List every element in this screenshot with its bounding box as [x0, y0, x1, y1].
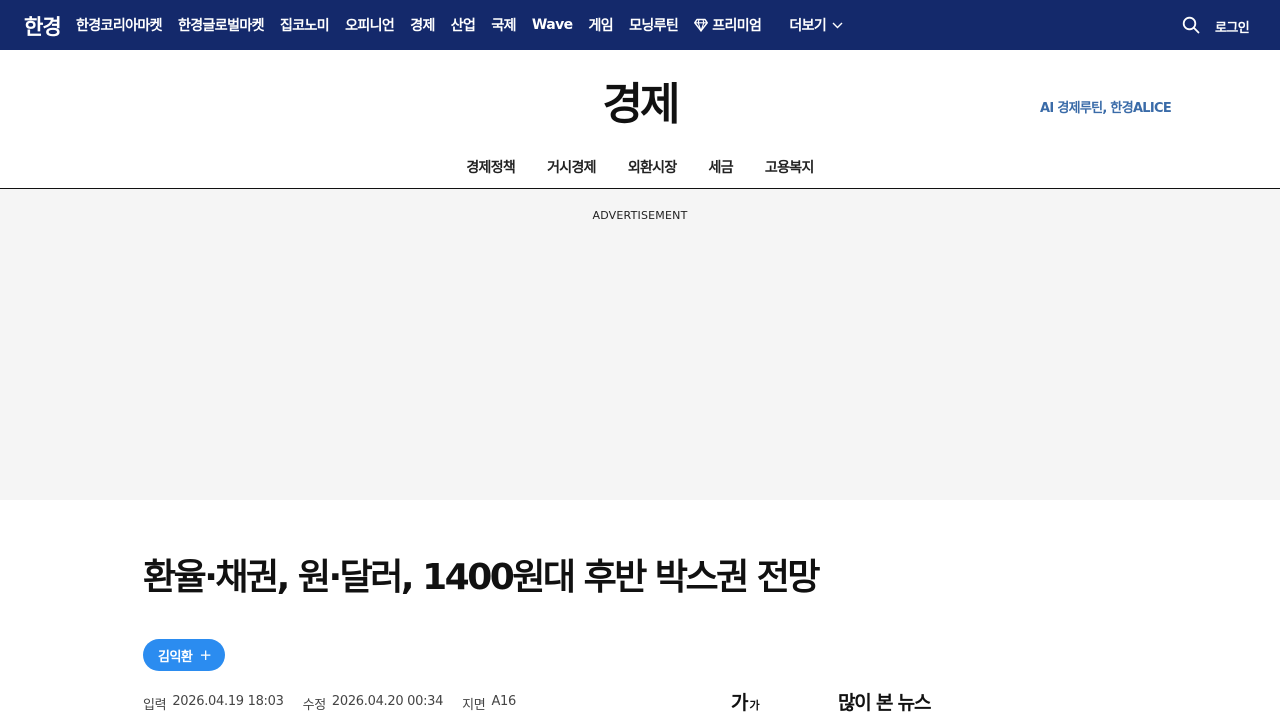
subnav-item-employment-welfare[interactable]: 고용복지: [765, 157, 814, 177]
nav-item-industry[interactable]: 산업: [451, 15, 476, 35]
advertisement-label: ADVERTISEMENT: [592, 209, 688, 222]
edit-date-value: 2026.04.20 00:34: [331, 694, 444, 709]
subnav-item-economic-policy[interactable]: 경제정책: [466, 157, 515, 177]
popular-news-title: 많이 본 뉴스: [838, 692, 931, 714]
nav-item-label: 한경글로벌마켓: [177, 18, 265, 34]
nav-item-game[interactable]: 게임: [589, 15, 614, 35]
nav-item-label: 산업: [450, 18, 476, 34]
nav-item-economy[interactable]: 경제: [410, 15, 435, 35]
print-page-label: 지면: [462, 698, 486, 713]
section-subnav: 경제정책 거시경제 외환시장 세금 고용복지: [0, 157, 1280, 177]
nav-item-opinion[interactable]: 오피니언: [345, 15, 395, 35]
subnav-item-macro-economy[interactable]: 거시경제: [547, 157, 596, 177]
article-meta: 입력 2026.04.19 18:03 수정 2026.04.20 00:34 …: [143, 694, 535, 713]
edit-date-label: 수정: [302, 698, 327, 713]
nav-item-label: Wave: [531, 17, 573, 33]
main-nav: 한경코리아마켓 한경글로벌마켓 집코노미 오피니언 경제 산업 국제 Wave …: [76, 0, 843, 50]
nav-item-label: 프리미엄: [712, 18, 762, 34]
diamond-icon: [694, 18, 709, 32]
nav-item-korea-market[interactable]: 한경코리아마켓: [76, 15, 163, 35]
subnav-item-tax[interactable]: 세금: [709, 157, 734, 177]
nav-item-label: 국제: [491, 18, 516, 34]
nav-item-international[interactable]: 국제: [491, 15, 516, 35]
more-label: 더보기: [789, 18, 827, 34]
nav-item-label: 집코노미: [279, 18, 330, 34]
subnav-item-forex-market[interactable]: 외환시장: [628, 157, 677, 177]
nav-item-zipconomy[interactable]: 집코노미: [279, 15, 330, 35]
nav-item-label: 한경코리아마켓: [76, 18, 163, 34]
font-size-button[interactable]: 가가: [731, 688, 760, 715]
print-page-value: A16: [491, 694, 516, 709]
nav-item-label: 경제: [410, 18, 435, 34]
search-icon[interactable]: [1182, 16, 1200, 34]
nav-item-global-market[interactable]: 한경글로벌마켓: [177, 15, 265, 35]
article-headline: 환율·채권, 원·달러, 1400원대 후반 박스권 전망: [143, 557, 821, 598]
nav-item-premium[interactable]: 프리미엄: [694, 15, 762, 35]
ai-alice-link[interactable]: AI 경제루틴, 한경ALICE: [1040, 97, 1172, 116]
top-nav-bar: 한경 한경코리아마켓 한경글로벌마켓 집코노미 오피니언 경제 산업 국제 Wa…: [0, 0, 1280, 50]
chevron-down-icon: [832, 22, 843, 28]
login-link[interactable]: 로그인: [1215, 17, 1250, 36]
plus-icon: +: [199, 645, 212, 664]
author-follow-button[interactable]: 김익환 +: [143, 639, 226, 671]
input-date-label: 입력: [143, 698, 167, 713]
nav-item-label: 모닝루틴: [629, 18, 679, 34]
advertisement-area[interactable]: [0, 189, 1280, 500]
nav-item-label: 게임: [588, 18, 614, 34]
site-logo[interactable]: 한경: [24, 11, 62, 41]
font-size-small-glyph: 가: [749, 699, 760, 712]
font-size-large-glyph: 가: [731, 692, 749, 714]
nav-item-label: 오피니언: [345, 18, 395, 34]
more-menu-button[interactable]: 더보기: [789, 15, 843, 35]
author-name: 김익환: [158, 649, 193, 665]
nav-item-wave[interactable]: Wave: [532, 17, 573, 33]
input-date-value: 2026.04.19 18:03: [172, 694, 284, 709]
nav-item-morning-routine[interactable]: 모닝루틴: [629, 15, 679, 35]
